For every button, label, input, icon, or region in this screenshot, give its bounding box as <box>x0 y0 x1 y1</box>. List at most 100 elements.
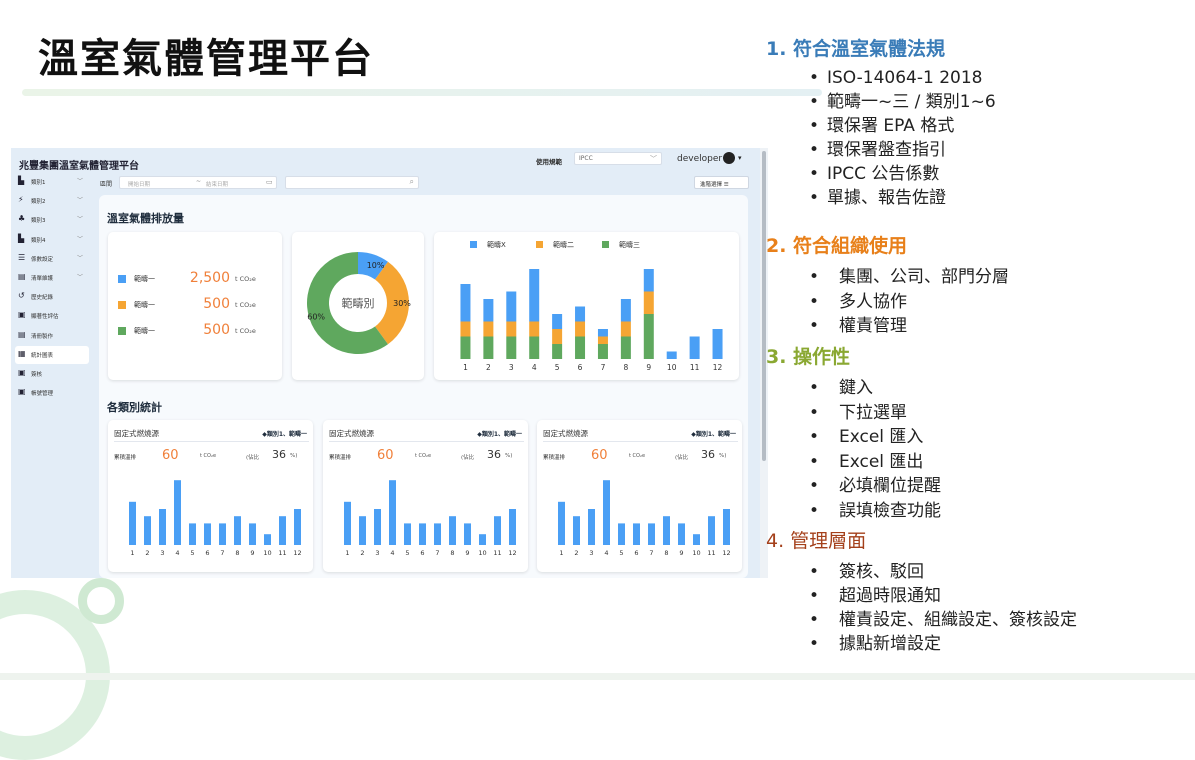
sidebar-item[interactable]: ▣ 簽核 <box>15 365 87 383</box>
bar-segment <box>597 344 608 359</box>
donut-data-label: 30% <box>393 299 411 308</box>
bar <box>449 516 456 545</box>
chevron-down-icon: ﹀ <box>77 274 84 281</box>
bar <box>374 509 381 545</box>
section-item: • 環保署盤查指引 <box>809 138 1191 162</box>
app-topbar: 兆豐集團溫室氣體管理平台 使用規範 IPCC ﹀ developer ▾ <box>11 148 768 172</box>
donut-card: 10% 30% 60% 範疇別 <box>292 232 424 380</box>
sidebar-item[interactable]: ▤ 清單維護 ﹀ <box>15 269 87 287</box>
section-item: • 必填欄位提醒 <box>809 474 1191 499</box>
sidebar-item[interactable]: ⚡ 類別2 ﹀ <box>15 192 87 210</box>
bar <box>603 480 610 545</box>
range-separator: ~ <box>196 178 202 185</box>
bullet-icon: • <box>809 586 820 606</box>
sidebar-item[interactable]: ▤ 清冊製作 <box>15 327 87 345</box>
bullet-icon: • <box>809 140 820 160</box>
system-select[interactable]: IPCC ﹀ <box>574 152 662 165</box>
sidebar-item[interactable]: ▦ 統計圖表 <box>15 345 89 364</box>
title-underline <box>22 89 822 96</box>
bar-segment <box>712 329 723 359</box>
bar <box>264 534 271 545</box>
section-item: • 多人協作 <box>809 290 1191 315</box>
user-name[interactable]: developer <box>677 154 722 164</box>
section-items: • 鍵入 • 下拉選單 • Excel 匯入 • Excel 匯出 • 必填欄位提醒 • 誤填檢查功能 <box>809 376 1191 523</box>
sidebar-item-label: 統計圖表 <box>31 352 54 359</box>
section-item-text: 環保署盤查指引 <box>827 140 946 160</box>
sidebar-item[interactable]: ☰ 係數設定 ﹀ <box>15 250 87 268</box>
section-item-text: 多人協作 <box>839 291 907 312</box>
section-title: 4. 管理層面 <box>766 530 867 552</box>
x-tick-label: 3 <box>509 363 514 372</box>
bar <box>663 516 670 545</box>
emission-unit: t CO₂e <box>235 327 256 335</box>
x-tick-label: 11 <box>278 549 286 557</box>
x-tick-label: 11 <box>493 549 501 557</box>
bar-segment <box>689 336 700 359</box>
donut-chart: 10% 30% 60% 範疇別 <box>307 252 411 354</box>
section-title: 2. 符合組織使用 <box>766 235 908 257</box>
sidebar-item-label: 係數設定 <box>31 256 54 263</box>
slide-bottom-strip <box>0 673 1195 680</box>
x-tick-label: 9 <box>646 363 651 372</box>
emission-row: 範疇一 500 t CO₂e <box>118 322 268 340</box>
date-range-label: 區間 <box>100 181 113 188</box>
sidebar-item[interactable]: ▙ 類別4 ﹀ <box>15 231 87 249</box>
x-tick-label: 9 <box>465 549 469 557</box>
legend-swatch <box>118 327 126 335</box>
sidebar-item[interactable]: ▣ 顯著性評估 <box>15 307 87 325</box>
sidebar-item[interactable]: ▙ 類別1 ﹀ <box>15 173 87 191</box>
bullet-icon: • <box>809 188 820 208</box>
x-tick-label: 7 <box>601 363 606 372</box>
emissions-summary-card: 範疇一 2,500 t CO₂e 範疇一 500 t CO₂e 範疇一 500 t CO₂e <box>108 232 282 380</box>
emission-row: 範疇一 2,500 t CO₂e <box>118 270 268 288</box>
bar <box>648 523 655 545</box>
x-tick-label: 5 <box>619 549 623 557</box>
x-tick-label: 2 <box>360 549 364 557</box>
category-heading: 各類別統計 <box>107 401 162 414</box>
legend-swatch <box>118 275 126 283</box>
sidebar-item[interactable]: ▣ 帳號管理 <box>15 384 87 402</box>
legend-swatch <box>536 241 543 248</box>
x-tick-label: 4 <box>532 363 537 372</box>
bar-segment <box>575 306 586 322</box>
date-range-input[interactable]: 開始日期 ~ 結束日期 ▭ <box>119 176 277 189</box>
section-item: • ISO-14064-1 2018 <box>809 66 1191 90</box>
bar <box>633 523 640 545</box>
section-item: • 下拉選單 <box>809 401 1191 426</box>
advanced-select-button[interactable]: 進階選擇 ☰ <box>694 176 749 189</box>
section-item: • 權責管理 <box>809 314 1191 339</box>
x-tick-label: 5 <box>405 549 409 557</box>
bar <box>464 523 471 545</box>
legend-label: 範疇二 <box>553 240 574 249</box>
bar <box>479 534 486 545</box>
section-item: • 據點新增設定 <box>809 632 1191 656</box>
bar-segment <box>529 321 540 337</box>
bar-segment <box>506 321 517 337</box>
bar-segment <box>552 329 563 344</box>
category-card-3: 固定式燃燒源 ◆類別1、範疇一 累積溫排 60 t CO₂e (佔比 36%) 1 2 3 4 5 6 7… <box>537 420 742 572</box>
chevron-down-icon: ﹀ <box>77 197 84 205</box>
bar <box>294 509 301 545</box>
caret-down-icon[interactable]: ▾ <box>738 154 742 162</box>
bullet-icon: • <box>809 116 820 136</box>
system-select-value: IPCC <box>579 155 593 162</box>
x-tick-label: 4 <box>390 549 394 557</box>
section-item-text: 下拉選單 <box>839 402 907 423</box>
search-input[interactable]: ⌕ <box>285 176 419 189</box>
emission-row: 範疇一 500 t CO₂e <box>118 296 268 314</box>
section-items: • ISO-14064-1 2018 • 範疇一~三 / 類別1~6 • 環保署 EPA … <box>809 66 1191 210</box>
user-avatar-icon[interactable] <box>723 152 735 164</box>
x-tick-label: 7 <box>435 549 439 557</box>
bar-segment <box>597 336 608 344</box>
section-item: • 超過時限通知 <box>809 584 1191 608</box>
sidebar-item[interactable]: ↺ 歷史紀錄 <box>15 288 87 306</box>
bar <box>573 516 580 545</box>
bar <box>174 480 181 545</box>
sidebar-item[interactable]: ♣ 類別3 ﹀ <box>15 211 87 229</box>
bar <box>723 509 730 545</box>
bar-segment <box>529 336 540 359</box>
x-tick-label: 9 <box>250 549 254 557</box>
x-tick-label: 4 <box>175 549 179 557</box>
bar <box>279 516 286 545</box>
bullet-icon: • <box>809 427 820 447</box>
